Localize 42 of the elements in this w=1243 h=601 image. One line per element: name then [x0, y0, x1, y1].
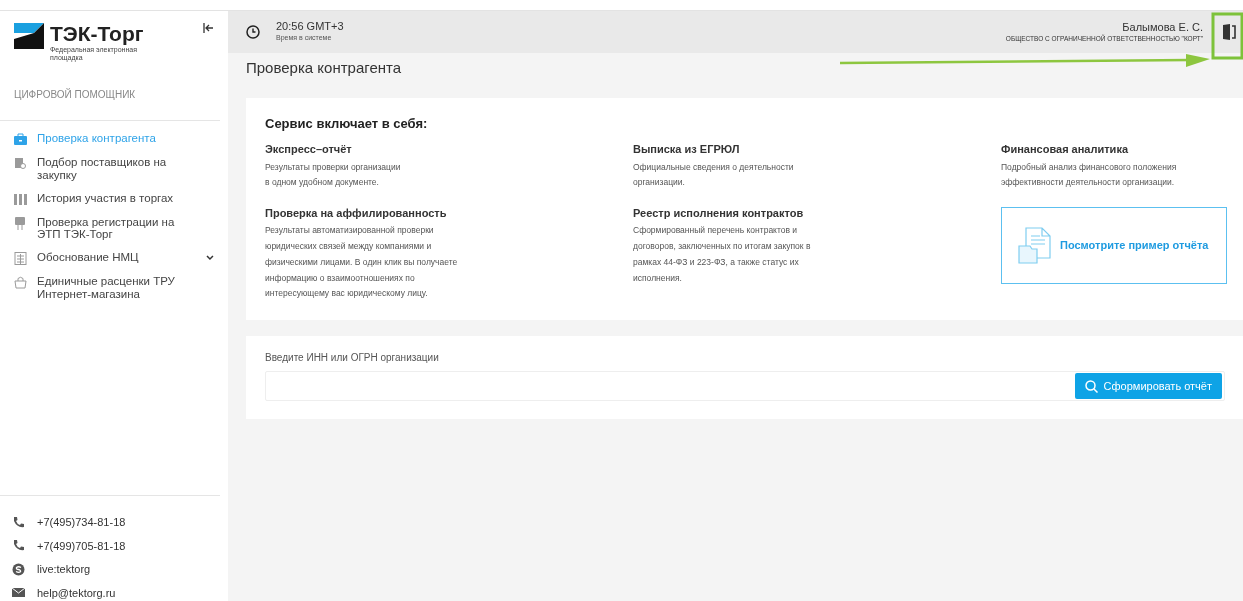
phone-icon: [12, 539, 25, 553]
contact-text[interactable]: help@tektorg.ru: [37, 584, 116, 601]
field-label: Введите ИНН или ОГРН организации: [265, 351, 440, 366]
sidebar-item[interactable]: История участия в торгах: [0, 188, 228, 209]
service-description: Подробный анализ финансового положения эффективности деятельности организации.: [1001, 160, 1178, 190]
sidebar-item[interactable]: Проверка регистрации на ЭТП ТЭК-Торг: [0, 212, 228, 244]
contact-text: +7(495)734-81-18: [37, 515, 126, 530]
clock-icon: [246, 25, 260, 39]
service-title: Выписка из ЕГРЮЛ: [633, 142, 741, 157]
calculator-icon: [14, 251, 27, 265]
collapse-sidebar-icon[interactable]: [203, 23, 214, 33]
logout-icon[interactable]: [1223, 24, 1237, 40]
service-description: Результаты автоматизированной проверки юридических связей между компаниями и физическими лицами. В один клик вы получаете информацию о взаимоотношениях по интересующему вас юридическому лицу.: [265, 224, 459, 301]
highlight-frame: [1211, 12, 1243, 60]
service-title: Реестр исполнения контрактов: [633, 205, 805, 221]
chevron-icon[interactable]: [206, 254, 214, 261]
section-title: ЦИФРОВОЙ ПОМОЩНИК: [0, 61, 220, 122]
bag-icon: [14, 275, 27, 289]
user-name: Балымова Е. С.: [1121, 21, 1203, 35]
briefcase-icon: [14, 133, 27, 147]
services-title: Сервис включает в себя:: [265, 114, 429, 133]
service-description: Результаты проверки организации в одном удобном документе.: [265, 160, 402, 190]
search-icon: [1084, 379, 1098, 393]
service-title: Финансовая аналитика: [1001, 142, 1130, 157]
skype-icon: [12, 562, 25, 576]
system-time: 20:56 GMT+3: [276, 20, 344, 34]
contact-text: live:tektorg: [37, 562, 91, 577]
service-description: Официальные сведения о деятельности организации.: [633, 160, 795, 190]
sidebar-item[interactable]: Обоснование НМЦ: [0, 247, 228, 268]
page-title: Проверка контрагента: [246, 58, 402, 78]
phone-icon: [12, 515, 25, 529]
document-icon: [1018, 226, 1052, 265]
logo-text: ТЭК-Торг: [50, 23, 145, 44]
service-title: Проверка на аффилированность: [265, 205, 448, 221]
sidebar-item[interactable]: Единичные расценки ТРУ Интернет-магазина: [0, 271, 228, 304]
service-description: Сформированный перечень контрактов и договоров, заключенных по итогам закупок в рамках 44-ФЗ и 223-ФЗ, а также статус их исполнения.: [633, 224, 812, 285]
service-title: Экспресс–отчёт: [265, 142, 353, 157]
logo-icon: [14, 23, 44, 49]
document-search-icon: [14, 157, 27, 171]
sidebar-item[interactable]: Подбор поставщиков на закупку: [0, 153, 228, 185]
columns-icon: [14, 192, 27, 206]
contact-text: +7(499)705-81-18: [37, 538, 126, 554]
